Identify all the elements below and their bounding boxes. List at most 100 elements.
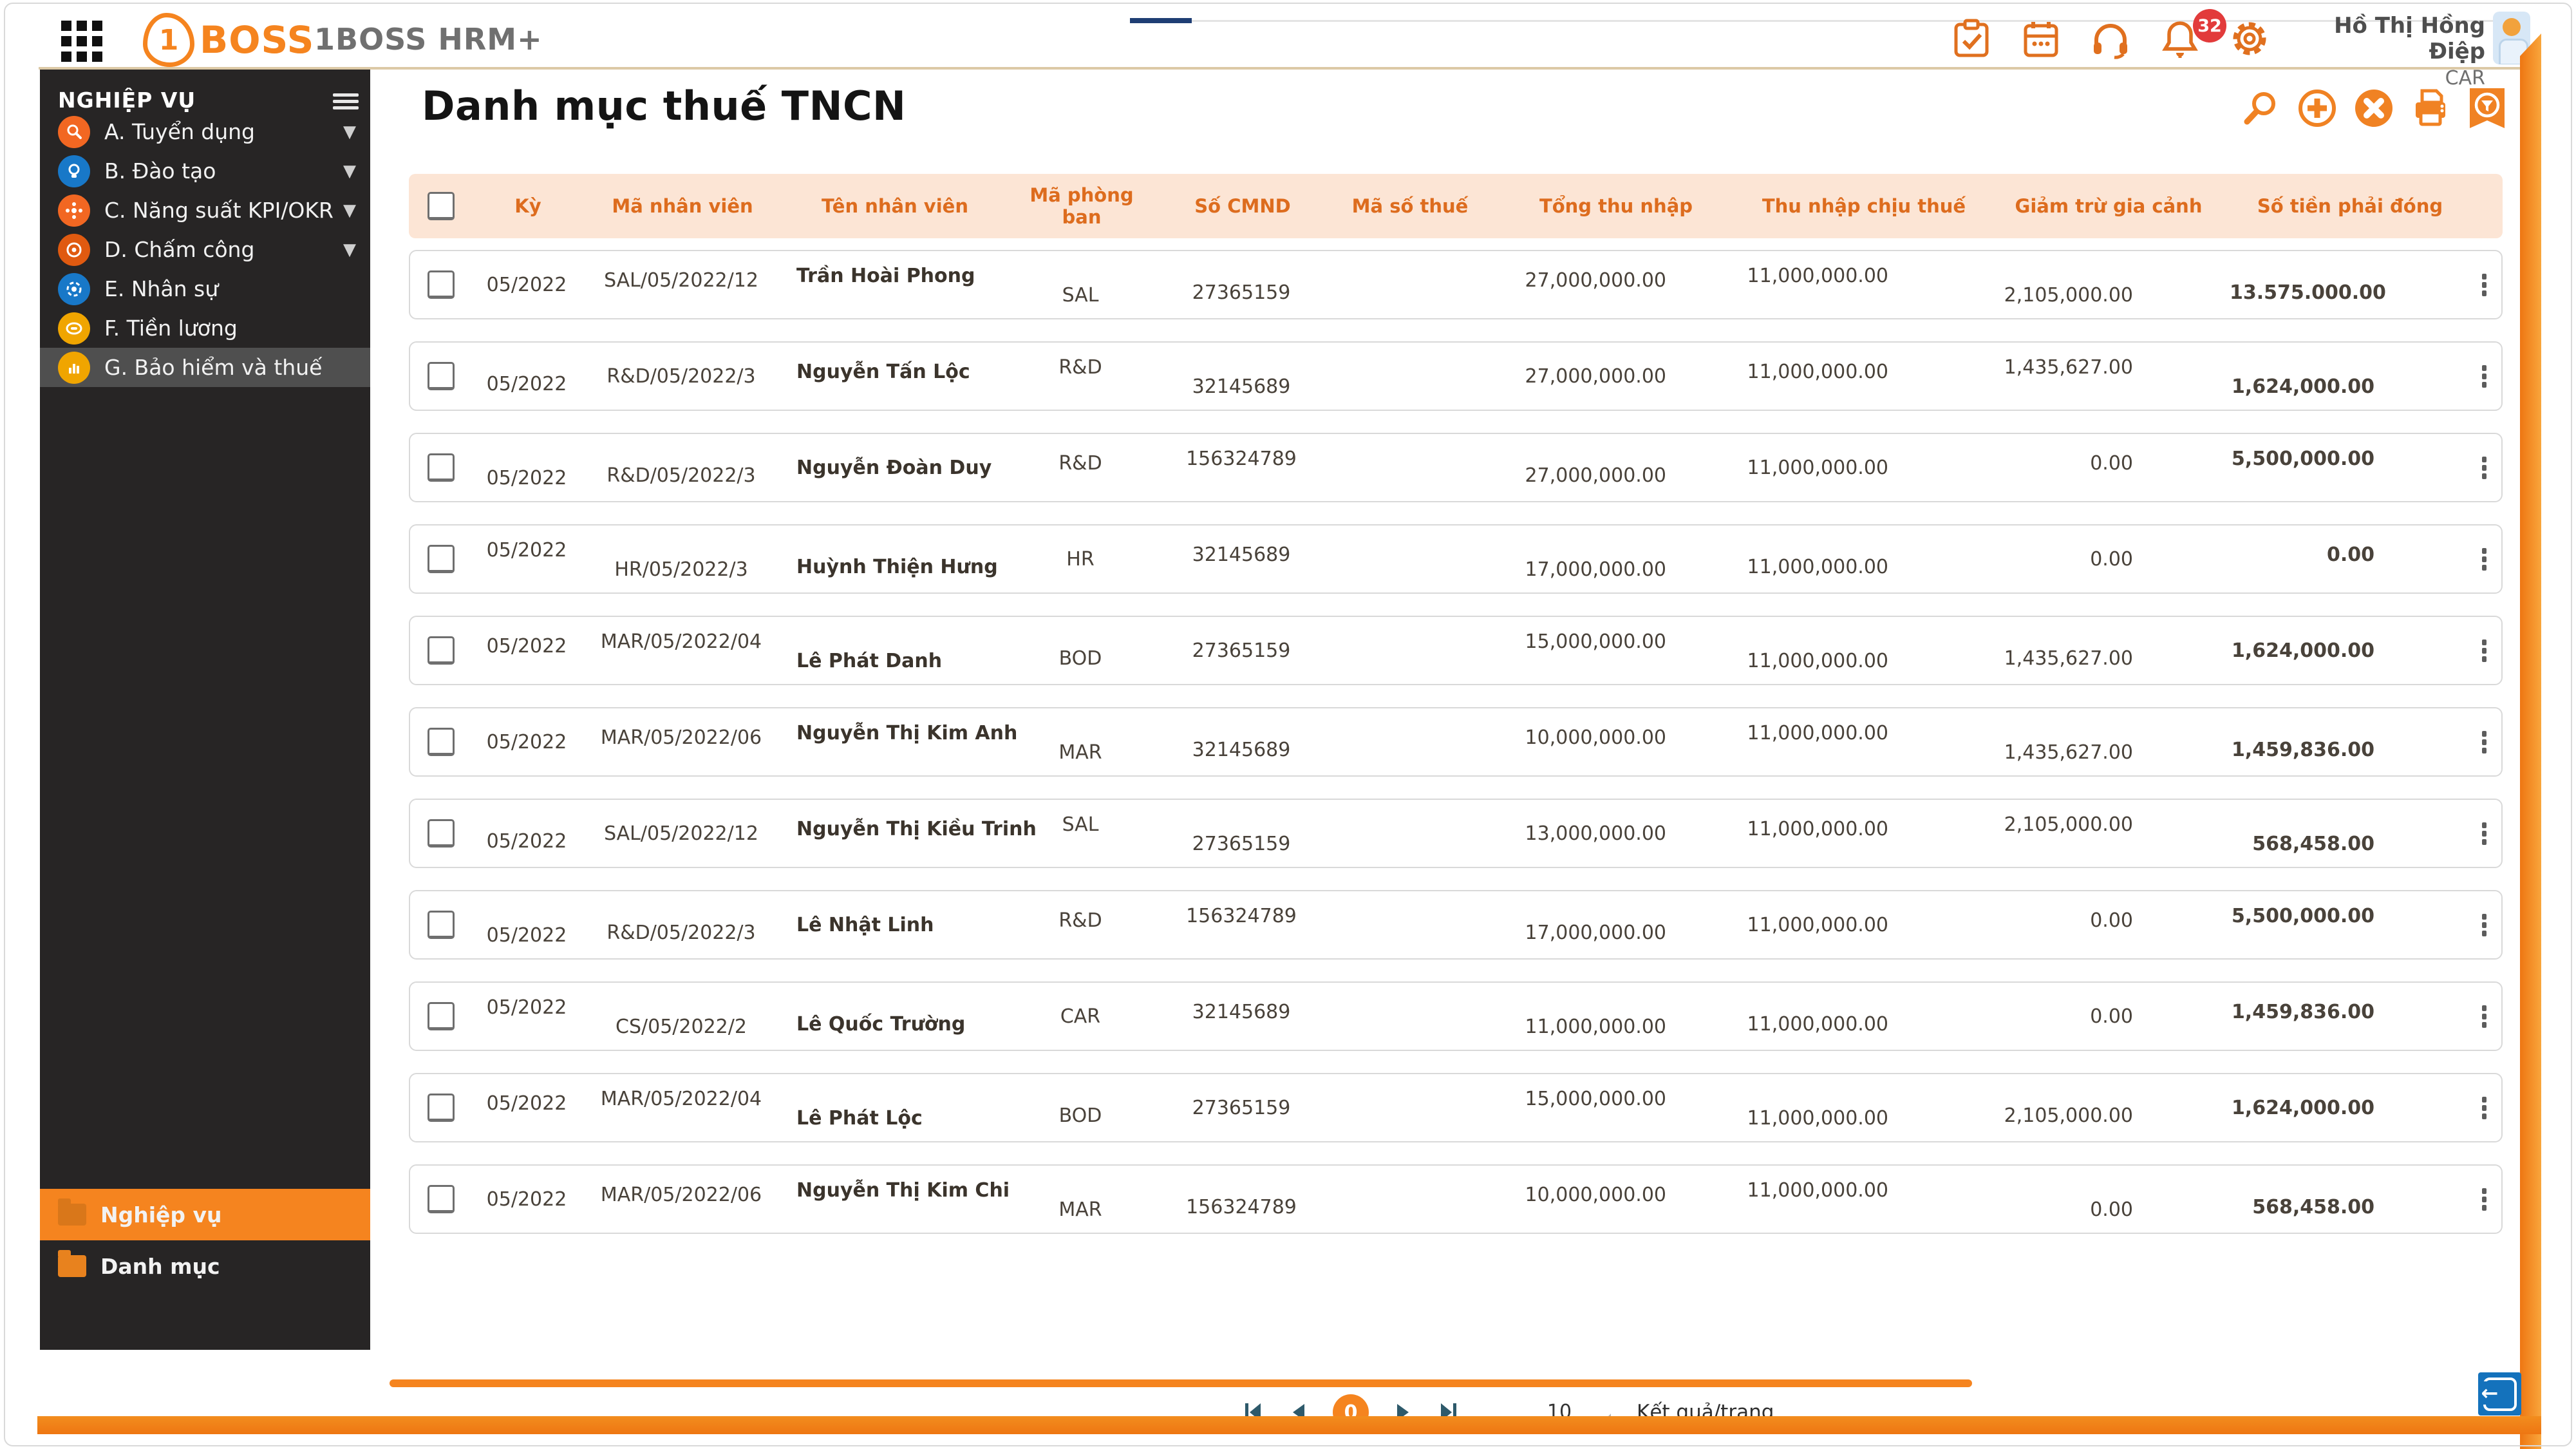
- sidebar-item-d[interactable]: D. Chấm công ▼: [40, 230, 370, 269]
- logout-button[interactable]: [2478, 1372, 2521, 1416]
- cell-tong-thu-nhap: 10,000,000.00: [1525, 726, 1666, 749]
- chevron-down-icon[interactable]: ▼: [343, 201, 356, 220]
- table-body: 05/2022 SAL/05/2022/12 Trần Hoài Phong SAL 2…: [409, 250, 2503, 1256]
- chevron-down-icon[interactable]: ▼: [343, 122, 356, 142]
- col-so-cmnd[interactable]: Số CMND: [1156, 195, 1330, 217]
- row-checkbox[interactable]: [428, 728, 455, 756]
- kebab-menu-icon[interactable]: [2482, 730, 2487, 753]
- row-menu-cell: [2468, 363, 2501, 390]
- cell-giam-tru-gia-canh: 2,105,000.00: [2004, 1104, 2133, 1127]
- kebab-menu-icon[interactable]: [2482, 365, 2487, 388]
- cell-giam-tru-gia-canh: 0.00: [2090, 547, 2133, 571]
- kebab-menu-icon[interactable]: [2482, 1096, 2487, 1119]
- row-checkbox[interactable]: [428, 270, 455, 299]
- sidebar-item-e[interactable]: E. Nhân sự: [40, 269, 370, 308]
- window-frame-bottom: [37, 1416, 2541, 1434]
- col-ma-nhan-vien[interactable]: Mã nhân viên: [583, 195, 782, 217]
- cell-so-cmnd: 32145689: [1192, 1000, 1291, 1023]
- print-icon[interactable]: [2411, 88, 2450, 128]
- sidebar-item-label: C. Năng suất KPI/OKR: [104, 198, 334, 223]
- row-checkbox[interactable]: [428, 819, 455, 848]
- cell-ky: 05/2022: [486, 634, 567, 658]
- kebab-menu-icon[interactable]: [2482, 1005, 2487, 1028]
- row-checkbox-cell: [410, 362, 472, 390]
- app-title: 1BOSS HRM+: [314, 22, 543, 57]
- row-menu-cell: [2468, 911, 2501, 939]
- sidebar-item-c[interactable]: C. Năng suất KPI/OKR ▼: [40, 191, 370, 230]
- list-menu-icon[interactable]: [333, 90, 359, 111]
- sidebar-item-b[interactable]: B. Đào tạo ▼: [40, 151, 370, 191]
- gear-icon[interactable]: [2229, 18, 2270, 59]
- row-checkbox-cell: [410, 636, 472, 665]
- col-tong-thu-nhap[interactable]: Tổng thu nhập: [1490, 195, 1742, 217]
- row-checkbox[interactable]: [428, 545, 455, 573]
- row-checkbox[interactable]: [428, 362, 455, 390]
- delete-icon[interactable]: [2354, 88, 2394, 128]
- chevron-down-icon[interactable]: ▼: [343, 162, 356, 181]
- col-ky[interactable]: Kỳ: [473, 195, 583, 217]
- cell-so-tien-phai-dong: 568,458.00: [2252, 832, 2374, 855]
- cell-so-tien-phai-dong: 1,459,836.00: [2231, 738, 2374, 761]
- row-menu-cell: [2468, 728, 2501, 756]
- sidebar-item-f[interactable]: F. Tiền lương: [40, 308, 370, 348]
- row-checkbox-cell: [410, 453, 472, 482]
- kebab-menu-icon[interactable]: [2482, 547, 2487, 571]
- cell-ten-nhan-vien: Nguyễn Thị Kiều Trinh: [796, 817, 1037, 840]
- row-checkbox[interactable]: [428, 911, 455, 939]
- table-row: 05/2022 CS/05/2022/2 Lê Quốc Trường CAR 3214…: [409, 981, 2503, 1051]
- col-giam-tru-gia-canh[interactable]: Giảm trừ gia cảnh: [1986, 195, 2231, 217]
- kebab-menu-icon[interactable]: [2482, 822, 2487, 845]
- row-menu-cell: [2468, 454, 2501, 482]
- col-ten-nhan-vien[interactable]: Tên nhân viên: [782, 195, 1008, 217]
- sidebar-item-a[interactable]: A. Tuyển dụng ▼: [40, 112, 370, 151]
- sidebar-footer-item-nghiep-vu[interactable]: Nghiệp vụ: [40, 1189, 370, 1240]
- kebab-menu-icon[interactable]: [2482, 456, 2487, 479]
- col-ma-phong-ban[interactable]: Mã phòng ban: [1008, 184, 1156, 228]
- row-checkbox[interactable]: [428, 1002, 455, 1030]
- calendar-icon[interactable]: [2020, 18, 2062, 59]
- cell-so-tien-phai-dong: 568,458.00: [2252, 1195, 2374, 1218]
- user-block[interactable]: Hồ Thị Hồng Điệp CAR: [2279, 13, 2485, 90]
- kebab-menu-icon[interactable]: [2482, 913, 2487, 936]
- chevron-down-icon[interactable]: ▼: [343, 240, 356, 260]
- cell-tong-thu-nhap: 10,000,000.00: [1525, 1183, 1666, 1206]
- row-checkbox[interactable]: [428, 1185, 455, 1213]
- cell-ma-nhan-vien: MAR/05/2022/04: [600, 630, 762, 653]
- sidebar-item-g[interactable]: G. Bảo hiểm và thuế: [40, 348, 370, 387]
- top-bar: 1 BOSS 1BOSS HRM+ 32 Hồ Thị Hồng Điệp CA…: [6, 4, 2530, 90]
- toolbar: [2241, 82, 2511, 134]
- tasks-icon[interactable]: [1951, 18, 1992, 59]
- cell-ma-nhan-vien: MAR/05/2022/04: [600, 1087, 762, 1110]
- sidebar: NGHIỆP VỤ A. Tuyển dụng ▼ B. Đào tạo ▼ C. Nă…: [40, 70, 370, 1350]
- table-row: 05/2022 HR/05/2022/3 Huỳnh Thiện Hưng HR 321…: [409, 524, 2503, 594]
- col-so-tien-phai-dong[interactable]: Số tiền phải đóng: [2231, 195, 2469, 217]
- kebab-menu-icon[interactable]: [2482, 1188, 2487, 1211]
- row-checkbox-cell: [410, 819, 472, 848]
- cell-giam-tru-gia-canh: 0.00: [2090, 451, 2133, 475]
- cell-thu-nhap-chiu-thue: 11,000,000.00: [1747, 1012, 1888, 1036]
- add-icon[interactable]: [2297, 88, 2337, 128]
- row-checkbox[interactable]: [428, 453, 455, 482]
- filter-icon[interactable]: [2467, 88, 2507, 128]
- cell-giam-tru-gia-canh: 1,435,627.00: [2004, 647, 2133, 670]
- attendance-icon: [58, 233, 90, 266]
- sidebar-footer-item-danh-muc[interactable]: Danh mục: [40, 1240, 370, 1292]
- cell-ky: 05/2022: [486, 273, 567, 296]
- col-ma-so-thue[interactable]: Mã số thuế: [1330, 195, 1490, 217]
- horizontal-scrollbar[interactable]: [390, 1379, 1972, 1387]
- cell-ma-phong-ban: R&D: [1058, 355, 1102, 379]
- row-checkbox[interactable]: [428, 1094, 455, 1122]
- cell-ma-nhan-vien: SAL/05/2022/12: [604, 269, 758, 292]
- kebab-menu-icon[interactable]: [2482, 273, 2487, 296]
- search-icon[interactable]: [2241, 88, 2280, 128]
- headset-icon[interactable]: [2090, 18, 2131, 59]
- row-checkbox[interactable]: [428, 636, 455, 665]
- col-thu-nhap-chiu-thue[interactable]: Thu nhập chịu thuế: [1742, 195, 1986, 217]
- apps-grid-icon[interactable]: [61, 21, 104, 63]
- select-all-checkbox[interactable]: [428, 192, 455, 220]
- cell-so-tien-phai-dong: 1,459,836.00: [2231, 1000, 2374, 1023]
- kebab-menu-icon[interactable]: [2482, 639, 2487, 662]
- sidebar-item-label: G. Bảo hiểm và thuế: [104, 355, 323, 380]
- brand-logo[interactable]: 1 BOSS: [143, 13, 314, 67]
- cell-ten-nhan-vien: Nguyễn Đoàn Duy: [796, 456, 992, 479]
